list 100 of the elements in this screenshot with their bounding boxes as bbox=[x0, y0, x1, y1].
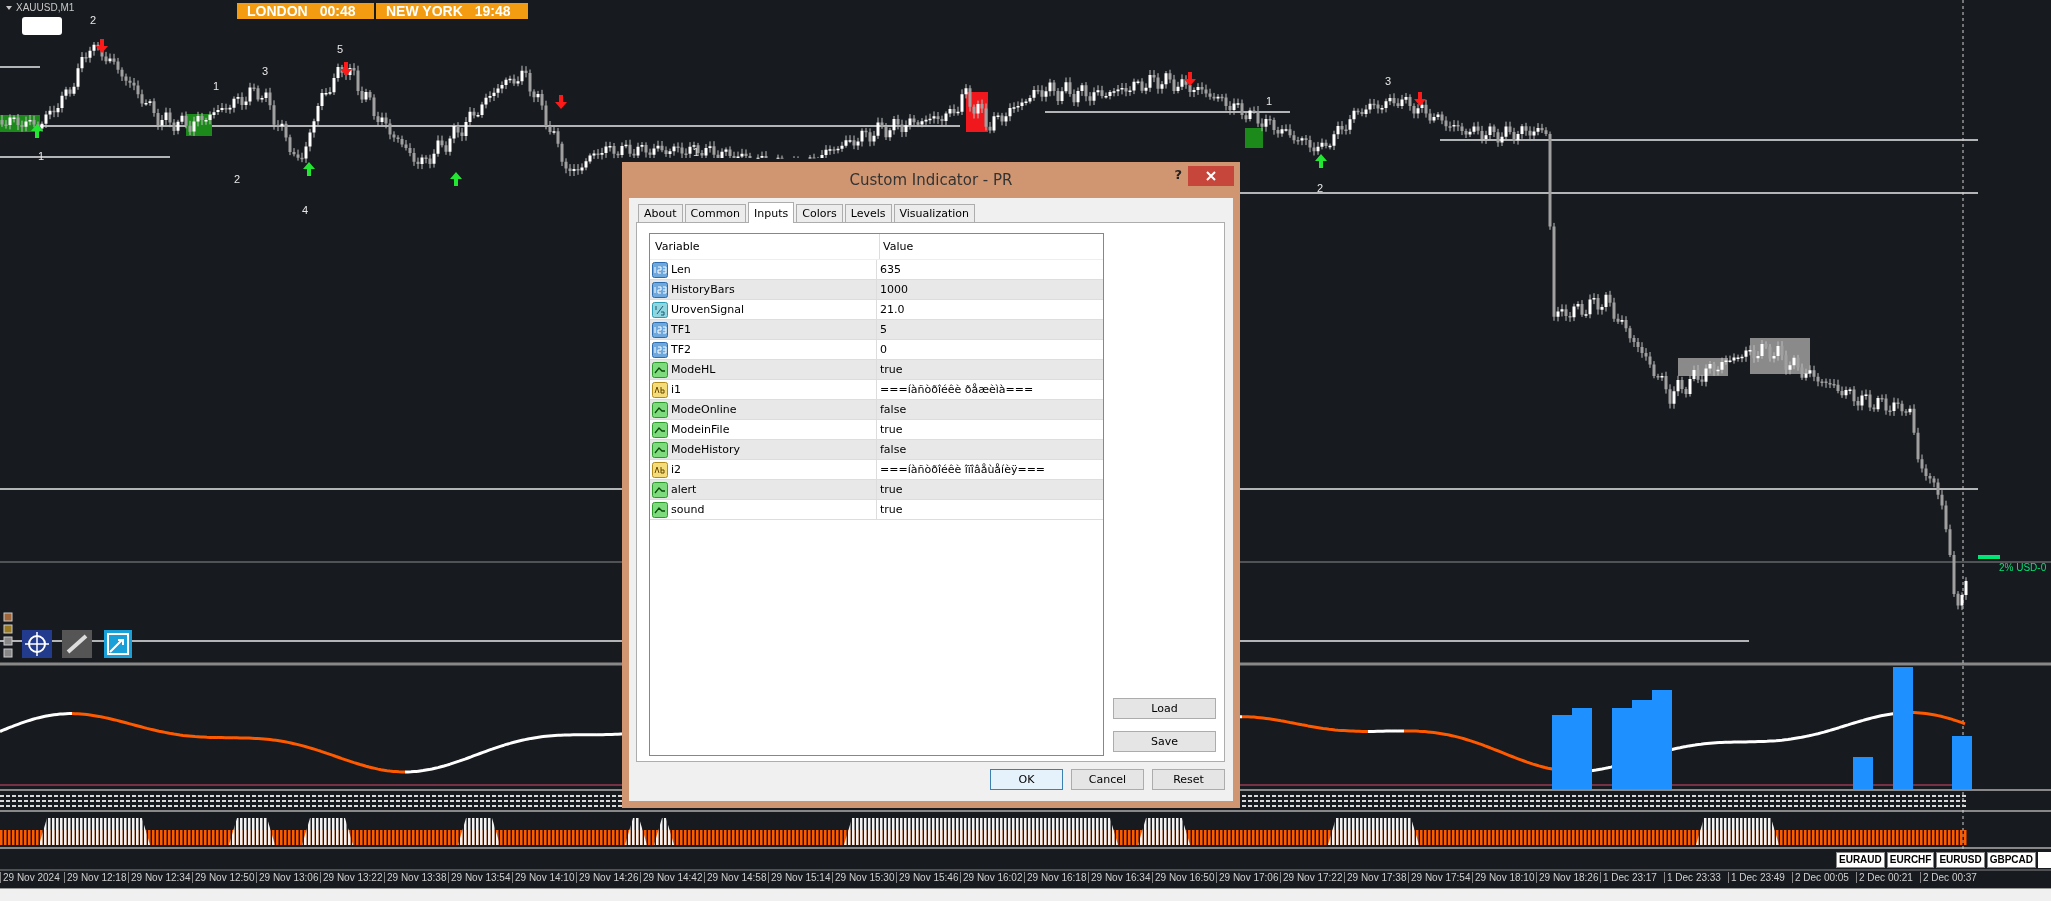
session-time: 19:48 bbox=[474, 3, 511, 19]
variable-value: 1000 bbox=[879, 283, 908, 296]
wave-label: 2 bbox=[234, 173, 241, 185]
variable-name: TF1 bbox=[671, 323, 692, 336]
wave-label: 5 bbox=[337, 43, 344, 55]
wave-label: 1 bbox=[38, 150, 45, 162]
dialog-tab[interactable]: Levels bbox=[844, 204, 892, 222]
variable-value: true bbox=[879, 423, 903, 436]
time-label: 29 Nov 14:10 bbox=[512, 872, 576, 883]
dialog-title: Custom Indicator - PR bbox=[849, 171, 1013, 189]
time-label: 2 Dec 00:21 bbox=[1856, 872, 1920, 883]
time-label: 29 Nov 16:34 bbox=[1088, 872, 1152, 883]
time-label: 1 Dec 23:49 bbox=[1728, 872, 1792, 883]
wave-label: 2 bbox=[90, 14, 97, 26]
variable-name: ModeHL bbox=[671, 363, 716, 376]
variable-value: true bbox=[879, 503, 903, 516]
variable-name: ModeHistory bbox=[671, 443, 741, 456]
variable-name: i2 bbox=[671, 463, 682, 476]
session-city: NEW YORK bbox=[386, 3, 463, 19]
column-header[interactable]: Value bbox=[880, 240, 914, 253]
symbol-tab[interactable]: EURCHF bbox=[1886, 852, 1935, 868]
wave-label: 4 bbox=[302, 204, 309, 216]
variable-value: 21.0 bbox=[879, 303, 905, 316]
table-row[interactable]: ModeHistory false bbox=[650, 440, 1103, 460]
time-label: 2 Dec 00:05 bbox=[1792, 872, 1856, 883]
time-label: 29 Nov 18:26 bbox=[1536, 872, 1600, 883]
symbol-tab[interactable]: EURUSD bbox=[1936, 852, 1985, 868]
time-label: 29 Nov 17:06 bbox=[1216, 872, 1280, 883]
time-label: 29 Nov 14:26 bbox=[576, 872, 640, 883]
dialog-button[interactable]: Cancel bbox=[1071, 769, 1144, 790]
variable-value: 0 bbox=[879, 343, 887, 356]
time-label: 29 Nov 17:22 bbox=[1280, 872, 1344, 883]
dialog-tab[interactable]: Inputs bbox=[748, 202, 795, 223]
dialog-button[interactable]: Reset bbox=[1152, 769, 1225, 790]
time-label: 29 Nov 15:46 bbox=[896, 872, 960, 883]
time-label: 1 Dec 23:33 bbox=[1664, 872, 1728, 883]
variable-name: i1 bbox=[671, 383, 682, 396]
column-header[interactable]: Variable bbox=[650, 234, 880, 259]
table-row[interactable]: alert true bbox=[650, 480, 1103, 500]
time-label: 29 Nov 13:22 bbox=[320, 872, 384, 883]
variable-name: sound bbox=[671, 503, 705, 516]
time-label: 29 Nov 13:54 bbox=[448, 872, 512, 883]
time-label: 29 Nov 13:06 bbox=[256, 872, 320, 883]
variable-value: ===íàñòðîéêè îïîâåùåíèÿ=== bbox=[879, 463, 1046, 476]
time-label: 29 Nov 15:30 bbox=[832, 872, 896, 883]
line-label: 2% USD-0 bbox=[1999, 562, 2047, 573]
wave-label: 3 bbox=[262, 65, 269, 77]
variable-value: false bbox=[879, 443, 907, 456]
variable-value: 635 bbox=[879, 263, 901, 276]
variable-name: alert bbox=[671, 483, 697, 496]
table-row[interactable]: TF1 5 bbox=[650, 320, 1103, 340]
variable-name: TF2 bbox=[671, 343, 692, 356]
dialog-tab[interactable]: About bbox=[638, 204, 683, 222]
time-label: 29 Nov 12:50 bbox=[192, 872, 256, 883]
wave-label: 3 bbox=[1385, 75, 1392, 87]
variable-value: ===íàñòðîéêè ðåæèìà=== bbox=[879, 383, 1034, 396]
variable-name: UrovenSignal bbox=[671, 303, 745, 316]
side-button[interactable]: Save bbox=[1113, 731, 1216, 752]
wave-label: 2 bbox=[1317, 182, 1324, 194]
time-label: 29 Nov 18:10 bbox=[1472, 872, 1536, 883]
wave-label: 1 bbox=[213, 80, 220, 92]
table-row[interactable]: ModeOnline false bbox=[650, 400, 1103, 420]
variable-name: HistoryBars bbox=[671, 283, 735, 296]
time-label: 2 Dec 00:37 bbox=[1920, 872, 1984, 883]
variable-value: false bbox=[879, 403, 907, 416]
variable-name: Len bbox=[671, 263, 691, 276]
wave-label: 1 bbox=[693, 146, 700, 158]
time-label: 29 Nov 16:18 bbox=[1024, 872, 1088, 883]
dialog-button[interactable]: OK bbox=[990, 769, 1063, 790]
time-label: 29 Nov 2024 bbox=[0, 872, 64, 883]
time-label: 29 Nov 14:42 bbox=[640, 872, 704, 883]
time-label: 29 Nov 16:50 bbox=[1152, 872, 1216, 883]
time-label: 29 Nov 12:34 bbox=[128, 872, 192, 883]
table-row[interactable]: HistoryBars 1000 bbox=[650, 280, 1103, 300]
variable-value: 5 bbox=[879, 323, 887, 336]
session-time: 00:48 bbox=[319, 3, 356, 19]
dialog-tab[interactable]: Common bbox=[684, 204, 747, 222]
time-label: 29 Nov 16:02 bbox=[960, 872, 1024, 883]
variable-name: ModeinFile bbox=[671, 423, 730, 436]
variable-value: true bbox=[879, 483, 903, 496]
variable-name: ModeOnline bbox=[671, 403, 737, 416]
symbol-tab[interactable]: GBPCAD bbox=[1986, 852, 2037, 868]
variable-value: true bbox=[879, 363, 903, 376]
time-label: 29 Nov 17:54 bbox=[1408, 872, 1472, 883]
session-city: LONDON bbox=[247, 3, 308, 19]
symbol-tab[interactable]: EURAUD bbox=[1836, 852, 1885, 868]
table-row[interactable]: sound true bbox=[650, 500, 1103, 520]
dialog-tab[interactable]: Visualization bbox=[893, 204, 975, 222]
symbol-label[interactable]: XAUUSD,M1 bbox=[6, 2, 75, 13]
time-label: 29 Nov 13:38 bbox=[384, 872, 448, 883]
time-label: 29 Nov 12:18 bbox=[64, 872, 128, 883]
table-row[interactable]: ModeHL true bbox=[650, 360, 1103, 380]
help-button[interactable]: ? bbox=[1168, 166, 1188, 183]
time-label: 1 Dec 23:17 bbox=[1600, 872, 1664, 883]
time-label: 29 Nov 17:38 bbox=[1344, 872, 1408, 883]
side-button[interactable]: Load bbox=[1113, 698, 1216, 719]
wave-label: 1 bbox=[1266, 95, 1273, 107]
time-label: 29 Nov 15:14 bbox=[768, 872, 832, 883]
time-label: 29 Nov 14:58 bbox=[704, 872, 768, 883]
dialog-tab[interactable]: Colors bbox=[796, 204, 843, 222]
